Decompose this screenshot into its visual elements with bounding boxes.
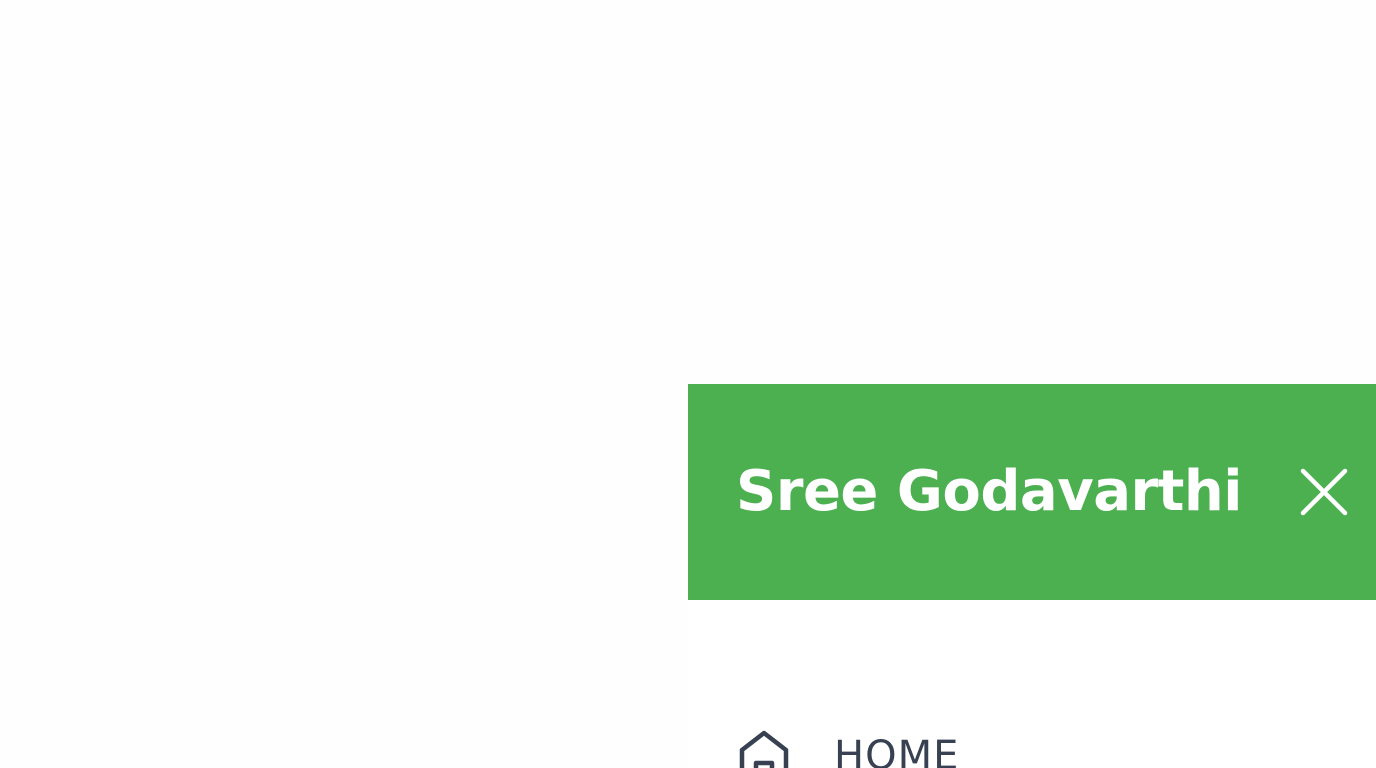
close-button[interactable] — [1292, 460, 1356, 524]
close-icon — [1299, 467, 1349, 517]
nav-item-home[interactable]: HOME — [736, 726, 959, 768]
drawer-nav: HOME — [688, 600, 1376, 768]
drawer-header: Sree Godavarthi — [688, 384, 1376, 600]
nav-item-label: HOME — [834, 733, 960, 768]
drawer-title: Sree Godavarthi — [736, 459, 1242, 524]
page: Sree Godavarthi HOME — [0, 0, 1376, 768]
home-icon — [736, 728, 792, 768]
navigation-drawer: Sree Godavarthi HOME — [688, 384, 1376, 768]
